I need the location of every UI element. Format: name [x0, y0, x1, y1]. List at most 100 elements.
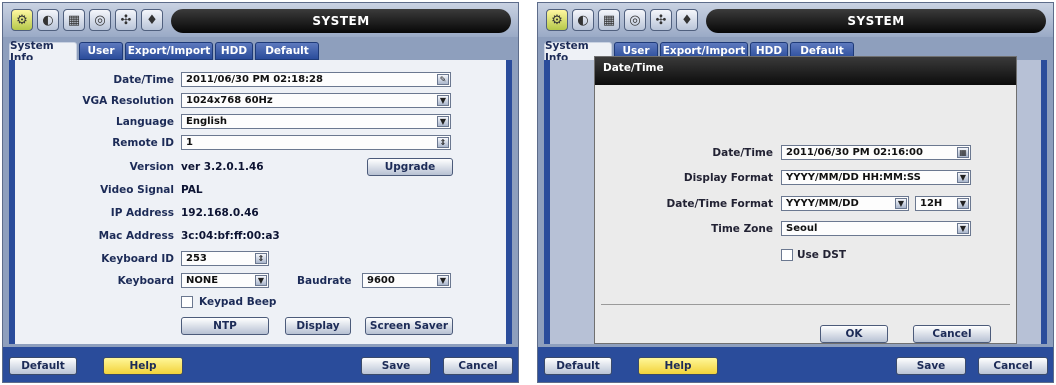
date-time-value: 2011/06/30 PM 02:18:28 — [186, 74, 323, 85]
vga-resolution-select[interactable]: 1024x768 60Hz ▼ — [181, 93, 451, 108]
dropdown-arrow-icon[interactable]: ▼ — [895, 198, 907, 209]
cancel-button[interactable]: Cancel — [978, 357, 1048, 375]
save-button[interactable]: Save — [361, 357, 431, 375]
use-dst-label: Use DST — [797, 249, 846, 261]
language-label: Language — [116, 116, 174, 128]
video-signal-label: Video Signal — [100, 184, 174, 196]
remote-id-value: 1 — [186, 137, 193, 148]
stepper-icon[interactable]: ⇕ — [437, 137, 449, 148]
calendar-icon[interactable]: ▦ — [957, 147, 969, 158]
network-icon[interactable]: ✣ — [650, 9, 672, 31]
dialog-date-time-field[interactable]: 2011/06/30 PM 02:16:00 ▦ — [781, 145, 971, 160]
keyboard-id-value: 253 — [186, 253, 207, 264]
upgrade-button[interactable]: Upgrade — [367, 158, 453, 176]
ok-button[interactable]: OK — [820, 325, 888, 343]
video-signal-value: PAL — [181, 184, 203, 196]
help-button[interactable]: Help — [103, 357, 183, 375]
display-format-value: YYYY/MM/DD HH:MM:SS — [786, 172, 921, 183]
display-format-label: Display Format — [683, 172, 773, 184]
remote-id-stepper[interactable]: 1 ⇕ — [181, 135, 451, 150]
date-format-value: YYYY/MM/DD — [786, 198, 859, 209]
save-button[interactable]: Save — [896, 357, 966, 375]
time-zone-value: Seoul — [786, 223, 818, 234]
ip-address-label: IP Address — [110, 207, 174, 219]
top-toolbar: ⚙ ◐ ▦ ◎ ✣ ♦ SYSTEM — [3, 3, 518, 37]
dropdown-arrow-icon[interactable]: ▼ — [255, 275, 267, 286]
vga-resolution-label: VGA Resolution — [82, 95, 174, 107]
date-time-field[interactable]: 2011/06/30 PM 02:18:28 ✎ — [181, 72, 451, 87]
keyboard-select[interactable]: NONE ▼ — [181, 273, 269, 288]
display-format-select[interactable]: YYYY/MM/DD HH:MM:SS ▼ — [781, 170, 971, 185]
edit-icon[interactable]: ✎ — [437, 74, 449, 85]
dropdown-arrow-icon[interactable]: ▼ — [957, 223, 969, 234]
baudrate-label: Baudrate — [297, 275, 352, 287]
version-value: ver 3.2.0.1.46 — [181, 161, 264, 173]
date-time-dialog: Date/Time Date/Time 2011/06/30 PM 02:16:… — [594, 56, 1017, 344]
monitor-icon[interactable]: ◐ — [572, 9, 594, 31]
shield-icon[interactable]: ♦ — [676, 9, 698, 31]
keypad-beep-checkbox[interactable] — [181, 296, 193, 308]
mac-address-label: Mac Address — [98, 230, 174, 242]
screen-saver-button[interactable]: Screen Saver — [365, 317, 453, 335]
bottom-bar: Default Help Save Cancel — [3, 347, 518, 382]
keyboard-value: NONE — [186, 275, 219, 286]
dropdown-arrow-icon[interactable]: ▼ — [437, 95, 449, 106]
tab-user[interactable]: User — [79, 42, 123, 60]
date-time-label: Date/Time — [113, 74, 174, 86]
default-button[interactable]: Default — [9, 357, 77, 375]
remote-id-label: Remote ID — [112, 137, 174, 149]
date-format-select[interactable]: YYYY/MM/DD ▼ — [781, 196, 909, 211]
version-label: Version — [129, 161, 174, 173]
keyboard-label: Keyboard — [117, 275, 174, 287]
camera-icon[interactable]: ◎ — [89, 9, 111, 31]
display-button[interactable]: Display — [285, 317, 351, 335]
dialog-cancel-button[interactable]: Cancel — [913, 325, 991, 343]
keyboard-id-stepper[interactable]: 253 ⇕ — [181, 251, 269, 266]
dialog-date-time-value: 2011/06/30 PM 02:16:00 — [786, 147, 923, 158]
help-button[interactable]: Help — [638, 357, 718, 375]
tab-hdd[interactable]: HDD — [215, 42, 253, 60]
system-info-content: Date/Time 2011/06/30 PM 02:18:28 ✎ VGA Re… — [9, 60, 512, 344]
calendar-icon[interactable]: ▦ — [63, 9, 85, 31]
stepper-icon[interactable]: ⇕ — [255, 253, 267, 264]
top-toolbar: ⚙ ◐ ▦ ◎ ✣ ♦ SYSTEM — [538, 3, 1053, 37]
use-dst-checkbox[interactable] — [781, 249, 793, 261]
keypad-beep-label: Keypad Beep — [199, 296, 277, 308]
time-zone-select[interactable]: Seoul ▼ — [781, 221, 971, 236]
default-button[interactable]: Default — [544, 357, 612, 375]
ip-address-value: 192.168.0.46 — [181, 207, 259, 219]
dropdown-arrow-icon[interactable]: ▼ — [957, 198, 969, 209]
ntp-button[interactable]: NTP — [181, 317, 269, 335]
hour-format-value: 12H — [920, 198, 943, 209]
language-select[interactable]: English ▼ — [181, 114, 451, 129]
gear-icon[interactable]: ⚙ — [546, 9, 568, 31]
tab-system-info[interactable]: System Info — [9, 40, 77, 64]
baudrate-select[interactable]: 9600 ▼ — [362, 273, 451, 288]
dropdown-arrow-icon[interactable]: ▼ — [437, 275, 449, 286]
camera-icon[interactable]: ◎ — [624, 9, 646, 31]
time-zone-label: Time Zone — [711, 223, 773, 235]
window-title: SYSTEM — [171, 9, 511, 33]
language-value: English — [186, 116, 228, 127]
vga-resolution-value: 1024x768 60Hz — [186, 95, 273, 106]
dropdown-arrow-icon[interactable]: ▼ — [437, 116, 449, 127]
dialog-title: Date/Time — [595, 57, 1016, 85]
cancel-button[interactable]: Cancel — [443, 357, 513, 375]
date-time-format-label: Date/Time Format — [666, 198, 773, 210]
shield-icon[interactable]: ♦ — [141, 9, 163, 31]
system-settings-panel-with-dialog: ⚙ ◐ ▦ ◎ ✣ ♦ SYSTEM System Info User Expo… — [537, 2, 1054, 383]
hour-format-select[interactable]: 12H ▼ — [915, 196, 971, 211]
tab-default[interactable]: Default — [255, 42, 319, 60]
monitor-icon[interactable]: ◐ — [37, 9, 59, 31]
baudrate-value: 9600 — [367, 275, 395, 286]
dialog-divider — [601, 304, 1010, 305]
calendar-icon[interactable]: ▦ — [598, 9, 620, 31]
keyboard-id-label: Keyboard ID — [101, 253, 174, 265]
gear-icon[interactable]: ⚙ — [11, 9, 33, 31]
mac-address-value: 3c:04:bf:ff:00:a3 — [181, 230, 280, 242]
dropdown-arrow-icon[interactable]: ▼ — [957, 172, 969, 183]
bottom-bar: Default Help Save Cancel — [538, 347, 1053, 382]
tab-export-import[interactable]: Export/Import — [125, 42, 213, 60]
dialog-date-time-label: Date/Time — [712, 147, 773, 159]
network-icon[interactable]: ✣ — [115, 9, 137, 31]
